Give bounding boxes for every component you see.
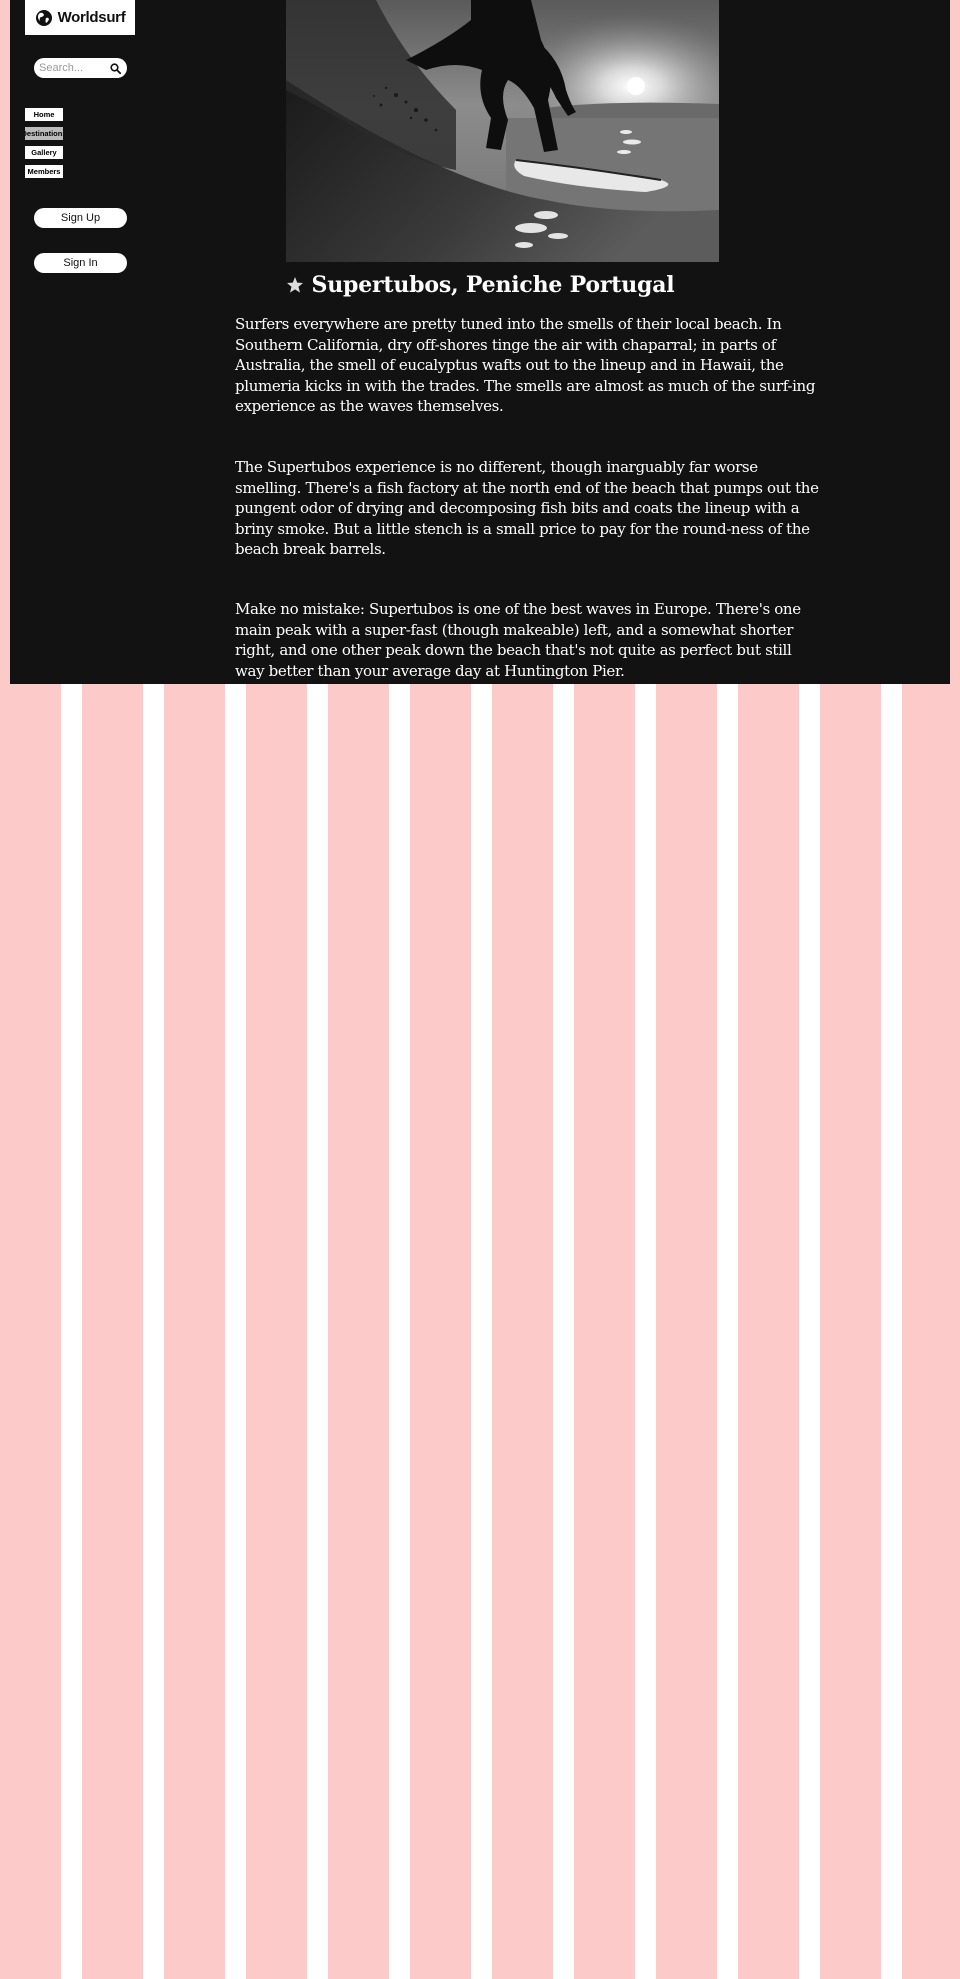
nav-item-destinations[interactable]: Destinations (25, 127, 63, 140)
article-paragraph-3: Make no mistake: Supertubos is one of th… (235, 600, 801, 680)
article-title-row: Supertubos, Peniche Portugal (0, 272, 960, 298)
surfer-photo (286, 0, 719, 262)
sign-up-button[interactable]: Sign Up (34, 208, 127, 228)
globe-icon (35, 9, 53, 27)
search-icon[interactable] (110, 62, 121, 74)
nav-item-home[interactable]: Home (25, 108, 63, 121)
star-icon (286, 276, 304, 294)
logo[interactable]: Worldsurf (25, 0, 135, 35)
brand-name: Worldsurf (57, 9, 126, 26)
search-box[interactable] (34, 58, 127, 78)
nav-item-members[interactable]: Members (25, 165, 63, 178)
article-title: Supertubos, Peniche Portugal (311, 272, 675, 298)
hero-image (286, 0, 719, 262)
sign-in-button[interactable]: Sign In (34, 253, 127, 273)
article-paragraph-2: The Supertubos experience is no differen… (235, 458, 819, 558)
search-input[interactable] (39, 62, 107, 74)
nav-item-gallery[interactable]: Gallery (25, 146, 63, 159)
article-paragraph-1: Surfers everywhere are pretty tuned into… (235, 315, 816, 415)
